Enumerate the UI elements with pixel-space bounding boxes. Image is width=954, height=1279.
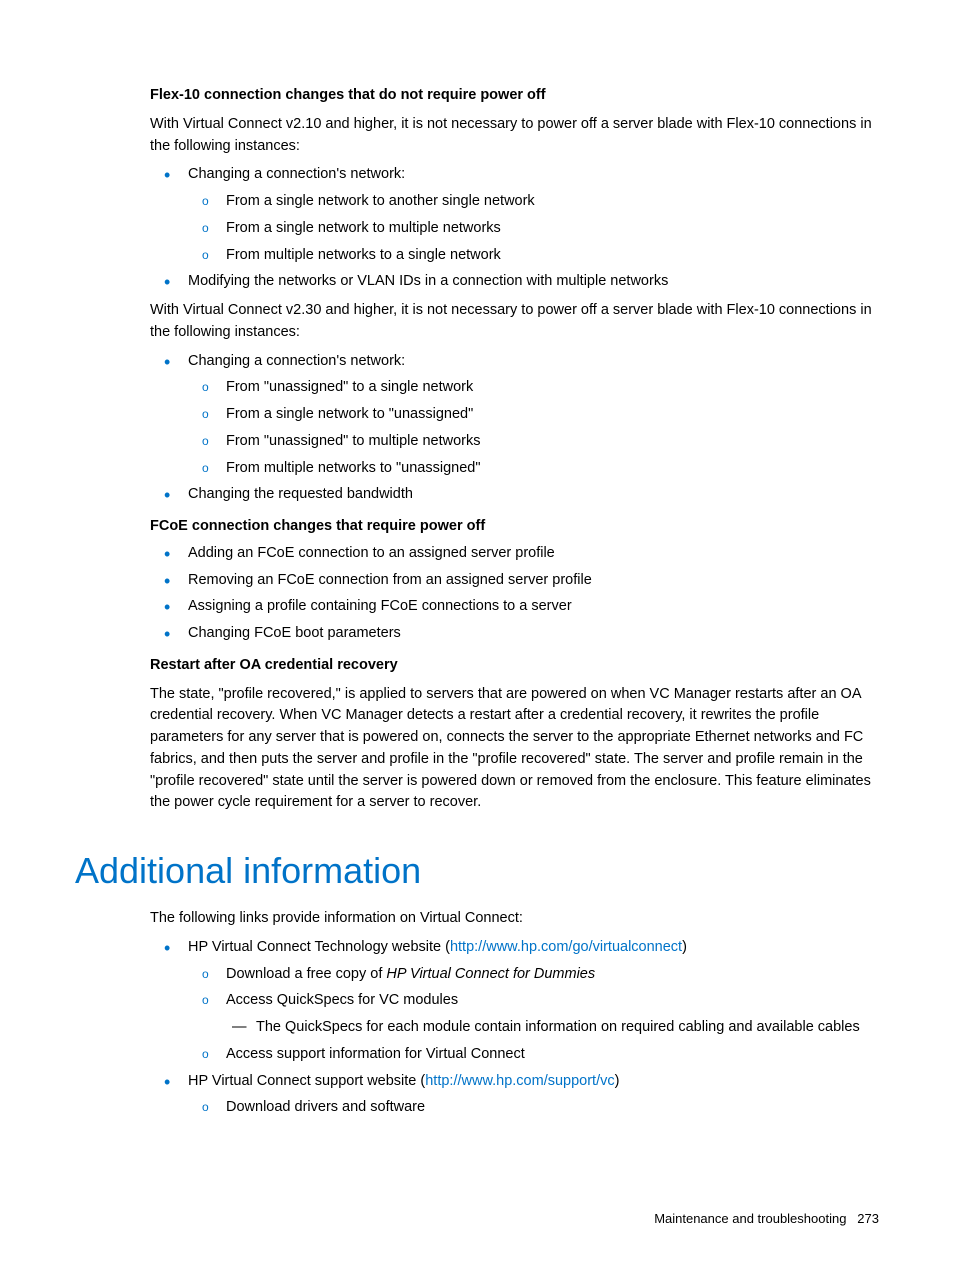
sublist: From "unassigned" to a single network Fr… xyxy=(188,377,879,479)
list-item: Removing an FCoE connection from an assi… xyxy=(150,570,879,592)
paragraph: The state, "profile recovered," is appli… xyxy=(150,684,879,815)
list-item: From multiple networks to "unassigned" xyxy=(188,458,879,480)
italic-text: HP Virtual Connect for Dummies xyxy=(386,966,595,982)
list-item: Changing FCoE boot parameters xyxy=(150,623,879,645)
list-item: From a single network to another single … xyxy=(188,191,879,213)
list-item: Changing a connection's network: From "u… xyxy=(150,351,879,480)
page: Flex-10 connection changes that do not r… xyxy=(0,0,954,1279)
list-item: From multiple networks to a single netwo… xyxy=(188,245,879,267)
footer-section: Maintenance and troubleshooting xyxy=(654,1211,846,1226)
list-item: From "unassigned" to a single network xyxy=(188,377,879,399)
content-block: Flex-10 connection changes that do not r… xyxy=(150,85,879,814)
list-item-text: Changing a connection's network: xyxy=(188,353,405,369)
list-item-text: HP Virtual Connect Technology website ( xyxy=(188,939,450,955)
sublist: The QuickSpecs for each module contain i… xyxy=(226,1017,879,1039)
list-item: From a single network to "unassigned" xyxy=(188,404,879,426)
link-support-vc[interactable]: http://www.hp.com/support/vc xyxy=(425,1073,614,1089)
list: Adding an FCoE connection to an assigned… xyxy=(150,543,879,645)
page-number: 273 xyxy=(857,1211,879,1226)
list-item: Assigning a profile containing FCoE conn… xyxy=(150,596,879,618)
paragraph: The following links provide information … xyxy=(150,908,879,930)
list-item-text: HP Virtual Connect support website ( xyxy=(188,1073,425,1089)
list-item: Access support information for Virtual C… xyxy=(188,1044,879,1066)
link-virtualconnect[interactable]: http://www.hp.com/go/virtualconnect xyxy=(450,939,682,955)
list-item: Adding an FCoE connection to an assigned… xyxy=(150,543,879,565)
list-item: Changing the requested bandwidth xyxy=(150,484,879,506)
list-item-text: Access QuickSpecs for VC modules xyxy=(226,992,458,1008)
list-item: Changing a connection's network: From a … xyxy=(150,164,879,266)
paragraph: With Virtual Connect v2.30 and higher, i… xyxy=(150,300,879,344)
list: HP Virtual Connect Technology website (h… xyxy=(150,937,879,1119)
list-item: From "unassigned" to multiple networks xyxy=(188,431,879,453)
paragraph: With Virtual Connect v2.10 and higher, i… xyxy=(150,114,879,158)
heading-restart-oa: Restart after OA credential recovery xyxy=(150,655,879,677)
sublist: Download drivers and software xyxy=(188,1097,879,1119)
section-title-additional-info: Additional information xyxy=(75,844,879,898)
sublist: Download a free copy of HP Virtual Conne… xyxy=(188,964,879,1066)
list-item: Download a free copy of HP Virtual Conne… xyxy=(188,964,879,986)
content-block: The following links provide information … xyxy=(150,908,879,1119)
list-item-text: Changing a connection's network: xyxy=(188,166,405,182)
list-item-text: ) xyxy=(615,1073,620,1089)
list: Changing a connection's network: From a … xyxy=(150,164,879,293)
list-item: Modifying the networks or VLAN IDs in a … xyxy=(150,271,879,293)
page-footer: Maintenance and troubleshooting 273 xyxy=(75,1209,879,1229)
list-item: Download drivers and software xyxy=(188,1097,879,1119)
sublist: From a single network to another single … xyxy=(188,191,879,266)
list: Changing a connection's network: From "u… xyxy=(150,351,879,507)
list-item: From a single network to multiple networ… xyxy=(188,218,879,240)
list-item: HP Virtual Connect support website (http… xyxy=(150,1071,879,1120)
list-item: Access QuickSpecs for VC modules The Qui… xyxy=(188,990,879,1039)
list-item: The QuickSpecs for each module contain i… xyxy=(226,1017,879,1039)
list-item: HP Virtual Connect Technology website (h… xyxy=(150,937,879,1066)
list-item-text: Download a free copy of xyxy=(226,966,386,982)
heading-flex10-no-poweroff: Flex-10 connection changes that do not r… xyxy=(150,85,879,107)
heading-fcoe-poweroff: FCoE connection changes that require pow… xyxy=(150,516,879,538)
list-item-text: ) xyxy=(682,939,687,955)
